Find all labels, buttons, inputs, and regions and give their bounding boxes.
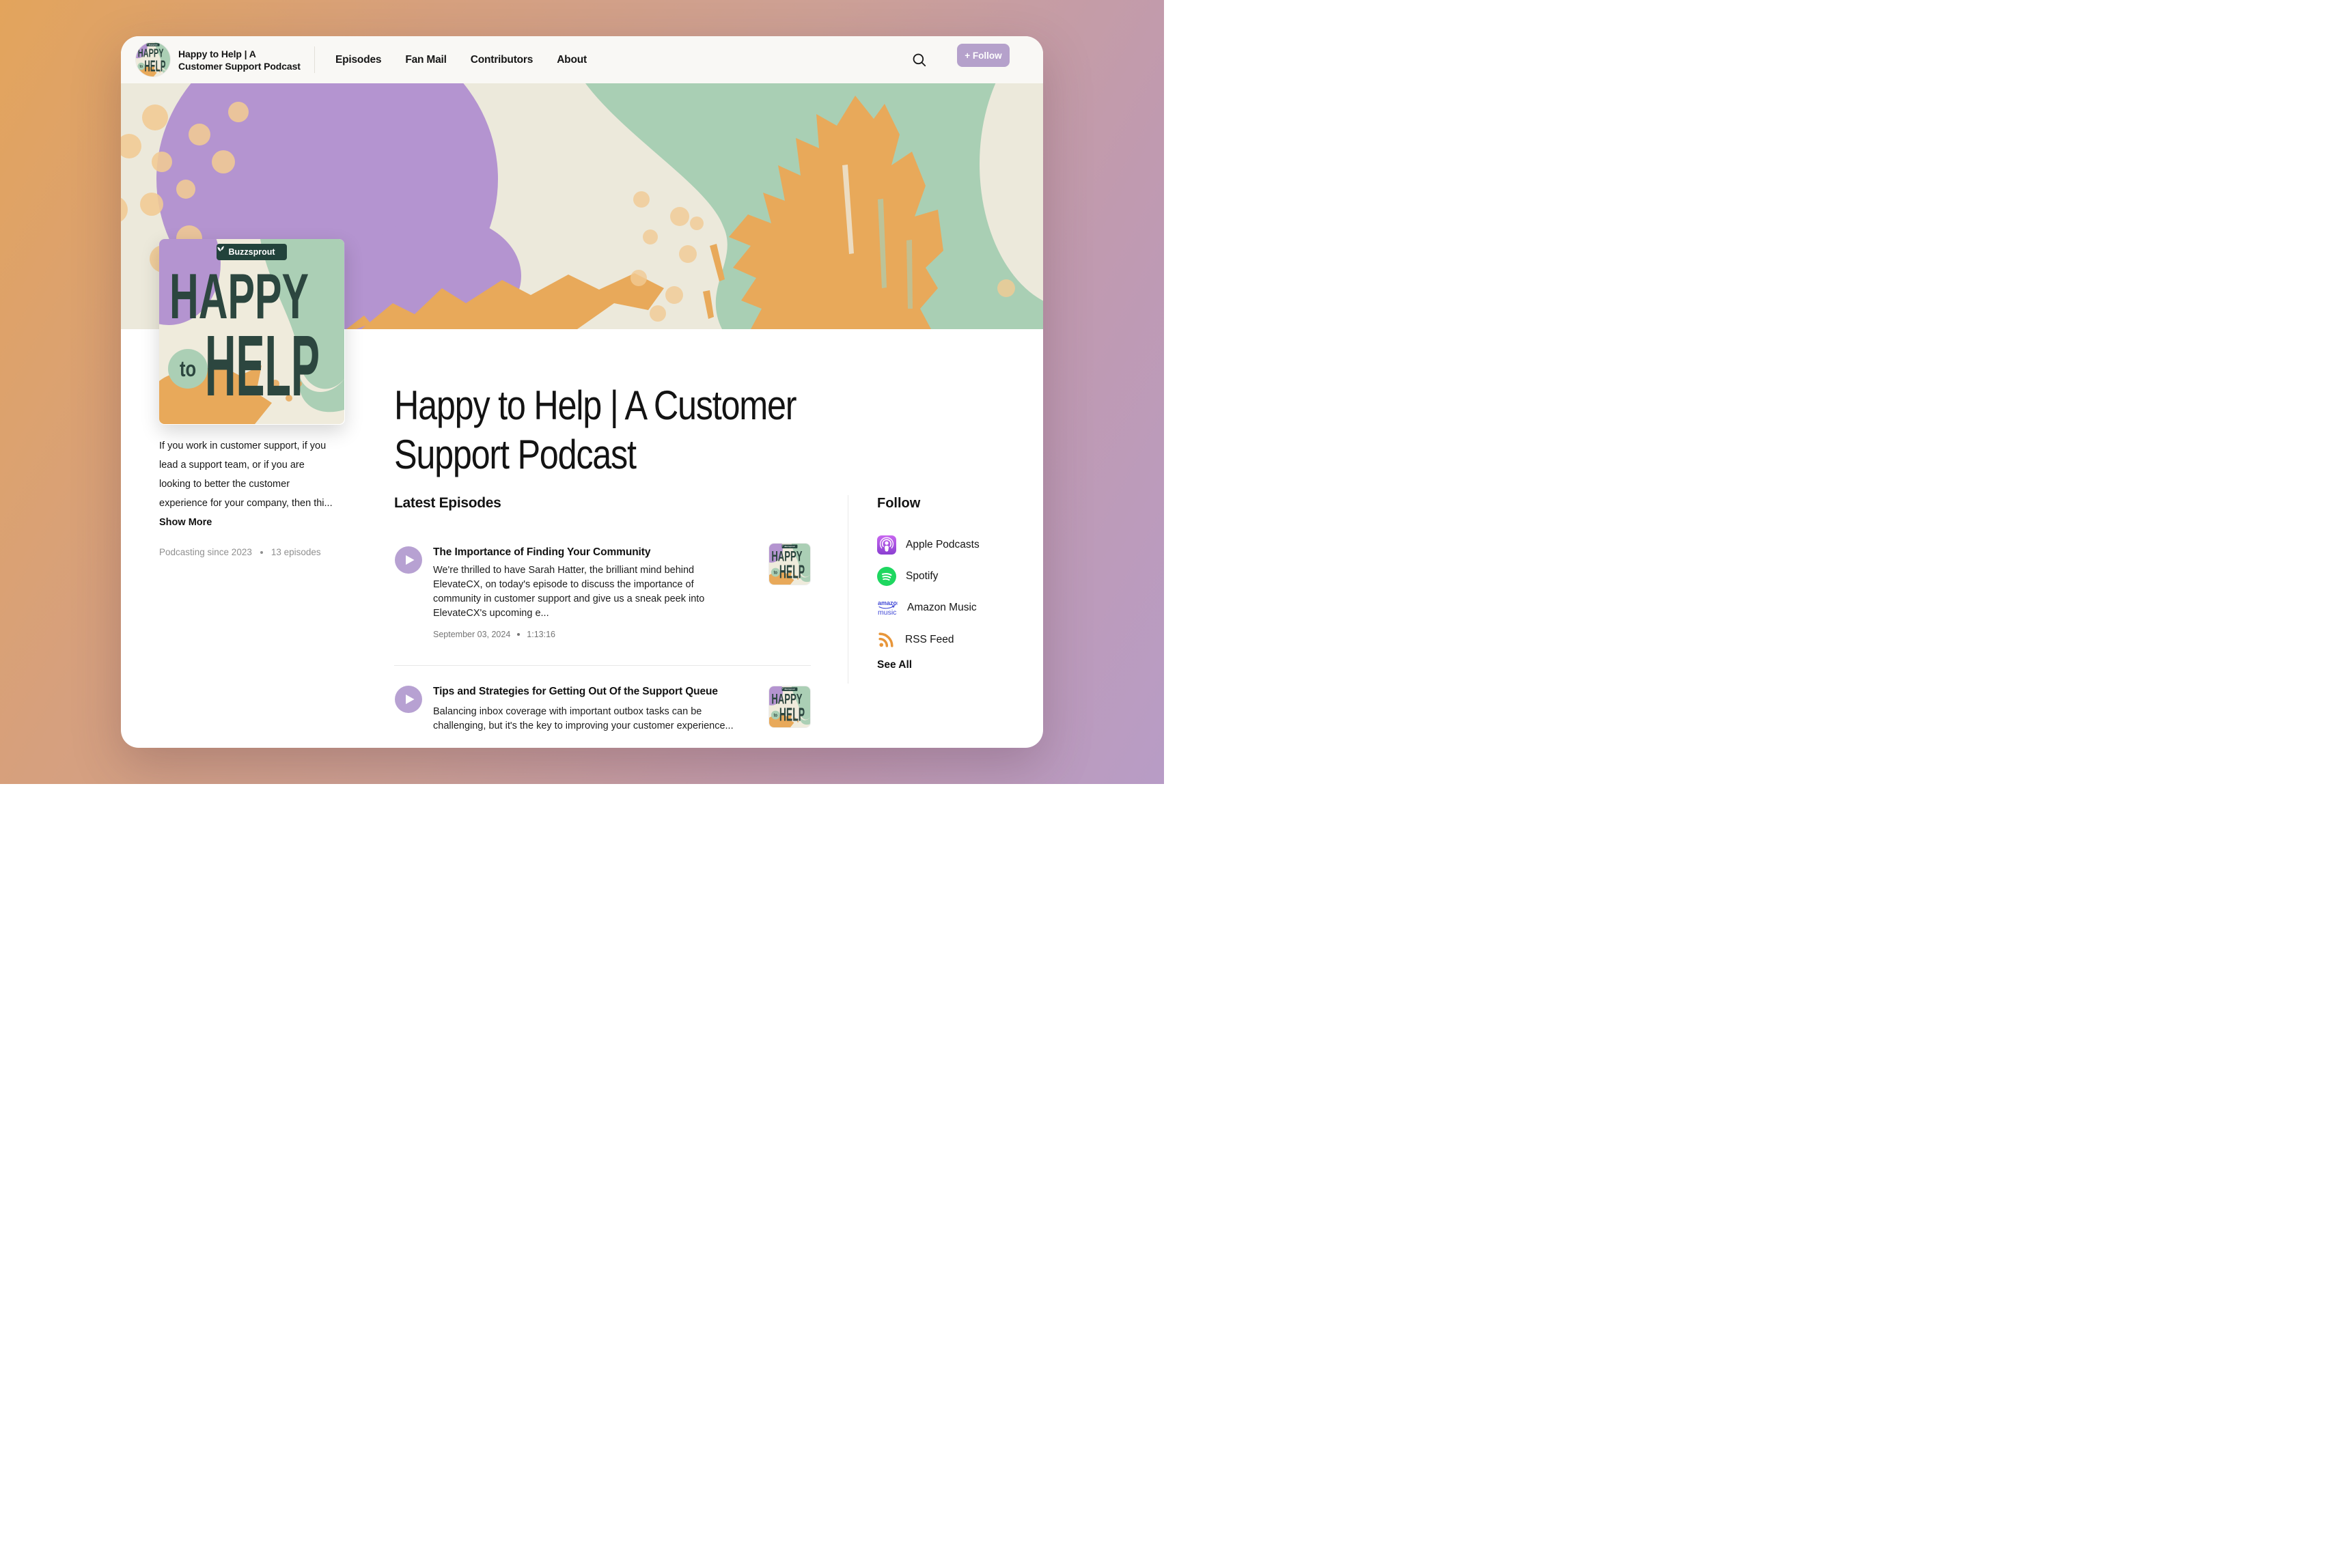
- buzzsprout-badge: Buzzsprout: [217, 244, 287, 260]
- latest-episodes-heading: Latest Episodes: [394, 495, 501, 512]
- meta-separator-dot: [260, 551, 263, 554]
- play-button-episode-1[interactable]: [395, 546, 422, 574]
- follow-item-apple-podcasts[interactable]: Apple Podcasts: [877, 535, 980, 555]
- buzzsprout-badge-label: Buzzsprout: [228, 247, 275, 257]
- podcasting-since: Podcasting since 2023: [159, 547, 252, 557]
- follow-label-spotify: Spotify: [906, 570, 938, 583]
- episode-1-description: We're thrilled to have Sarah Hatter, the…: [433, 563, 734, 621]
- episode-1: The Importance of Finding Your Community…: [433, 544, 734, 639]
- nav-fan-mail[interactable]: Fan Mail: [405, 54, 446, 66]
- nav-contributors[interactable]: Contributors: [471, 54, 533, 66]
- episode-2-thumbnail[interactable]: Buzzsprout HAPPY to HELP: [769, 686, 810, 727]
- description-line: experience for your company, then thi...: [159, 494, 355, 513]
- artwork-word-help: HELP: [205, 323, 320, 409]
- follow-button[interactable]: + Follow: [957, 44, 1010, 67]
- description-line: If you work in customer support, if you: [159, 436, 355, 456]
- see-all-link[interactable]: See All: [877, 659, 912, 671]
- artwork-to-circle: to: [771, 568, 780, 577]
- podcast-artwork: Buzzsprout HAPPY to HELP: [159, 239, 344, 424]
- artwork-word-help: HELP: [779, 562, 805, 581]
- meta-separator-dot: [517, 633, 520, 636]
- description-line: looking to better the customer: [159, 475, 355, 494]
- episode-2-title[interactable]: Tips and Strategies for Getting Out Of t…: [433, 684, 734, 700]
- page-title: Happy to Help | A Customer Support Podca…: [394, 381, 911, 479]
- follow-label-amazon-music: Amazon Music: [907, 602, 977, 614]
- follow-heading: Follow: [877, 496, 920, 512]
- amazon-music-icon: amazon music: [877, 599, 898, 617]
- follow-label-apple-podcasts: Apple Podcasts: [906, 539, 980, 551]
- podcast-description: If you work in customer support, if you …: [159, 436, 355, 532]
- follow-item-amazon-music[interactable]: amazon music Amazon Music: [877, 599, 977, 617]
- episode-1-date: September 03, 2024: [433, 630, 510, 639]
- apple-podcasts-icon: [877, 535, 896, 555]
- buzzsprout-sprout-icon: [217, 244, 225, 252]
- podcast-artwork: Buzzsprout HAPPY to HELP: [769, 544, 810, 585]
- podcast-meta: Podcasting since 2023 13 episodes: [159, 547, 321, 557]
- show-more-link[interactable]: Show More: [159, 513, 355, 532]
- artwork-word-to: to: [774, 570, 777, 575]
- brand-title: Happy to Help | A Customer Support Podca…: [178, 48, 301, 72]
- header-divider: [314, 46, 315, 73]
- episode-1-title[interactable]: The Importance of Finding Your Community: [433, 544, 734, 561]
- buzzsprout-badge-label: Buzzsprout: [149, 44, 158, 46]
- artwork-word-to: to: [180, 356, 196, 382]
- follow-item-spotify[interactable]: Spotify: [877, 567, 938, 586]
- artwork-word-to: to: [140, 64, 143, 69]
- artwork-to-circle: to: [771, 711, 780, 720]
- play-button-episode-2[interactable]: [395, 686, 422, 713]
- search-icon[interactable]: [911, 51, 928, 69]
- episode-divider: [394, 665, 811, 666]
- buzzsprout-badge-label: Buzzsprout: [784, 688, 794, 690]
- main-nav: Episodes Fan Mail Contributors About: [335, 36, 587, 83]
- artwork-word-to: to: [774, 712, 777, 718]
- nav-episodes[interactable]: Episodes: [335, 54, 381, 66]
- buzzsprout-badge-label: Buzzsprout: [784, 546, 794, 548]
- buzzsprout-sprout-icon: [782, 545, 784, 547]
- svg-text:music: music: [878, 608, 896, 617]
- podcast-cover-image: Buzzsprout HAPPY to HELP: [159, 239, 345, 425]
- podcast-site-card: Buzzsprout HAPPY to HELP Happy to Help |…: [121, 36, 1043, 748]
- episode-2: Tips and Strategies for Getting Out Of t…: [433, 684, 734, 733]
- rss-icon: [877, 630, 896, 649]
- site-header: Buzzsprout HAPPY to HELP Happy to Help |…: [121, 36, 1043, 83]
- episode-1-meta: September 03, 2024 1:13:16: [433, 630, 734, 639]
- episode-1-duration: 1:13:16: [527, 630, 555, 639]
- episode-count: 13 episodes: [271, 547, 321, 557]
- podcast-artwork: Buzzsprout HAPPY to HELP: [769, 686, 810, 727]
- follow-label-rss-feed: RSS Feed: [905, 634, 954, 646]
- spotify-icon: [877, 567, 896, 586]
- artwork-to-circle: to: [168, 349, 208, 389]
- description-line: lead a support team, or if you are: [159, 456, 355, 475]
- podcast-artwork: Buzzsprout HAPPY to HELP: [136, 42, 170, 76]
- episode-1-thumbnail[interactable]: Buzzsprout HAPPY to HELP: [769, 544, 810, 585]
- brand-title-line2: Customer Support Podcast: [178, 60, 301, 72]
- artwork-word-help: HELP: [144, 58, 165, 74]
- artwork-word-help: HELP: [779, 705, 805, 724]
- brand-title-line1: Happy to Help | A: [178, 48, 301, 60]
- follow-item-rss-feed[interactable]: RSS Feed: [877, 630, 954, 649]
- episode-2-description: Balancing inbox coverage with important …: [433, 705, 734, 733]
- buzzsprout-sprout-icon: [782, 688, 784, 690]
- page-background: Buzzsprout HAPPY to HELP Happy to Help |…: [0, 0, 1164, 784]
- site-logo[interactable]: Buzzsprout HAPPY to HELP: [136, 42, 170, 76]
- nav-about[interactable]: About: [557, 54, 587, 66]
- buzzsprout-sprout-icon: [147, 43, 148, 44]
